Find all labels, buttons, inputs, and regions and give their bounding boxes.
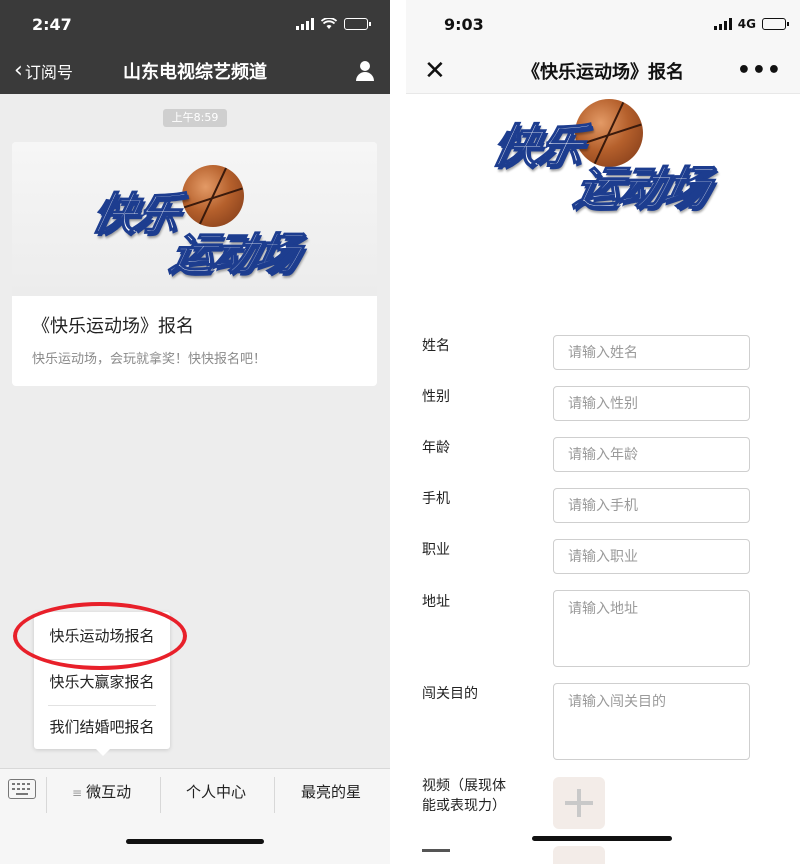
menu-divider (160, 777, 161, 813)
field-label-video-line1: 视频（展现体 (422, 778, 506, 794)
status-time: 2:47 (32, 14, 72, 34)
wifi-icon (321, 18, 337, 29)
wechat-chat-screen: 2:47 ‹ 订阅号 山东电视综艺频道 上午8:59 快乐 运动场 《快乐运动场… (0, 0, 390, 864)
home-indicator (126, 839, 264, 844)
menu-tab-label: 微互动 (86, 783, 132, 801)
video-upload-add-icon[interactable] (553, 777, 605, 829)
signal-icon (713, 18, 732, 30)
profile-icon[interactable] (354, 60, 376, 82)
back-button[interactable]: ‹ 订阅号 (14, 59, 73, 83)
more-icon[interactable]: ••• (737, 59, 782, 82)
menu-tab-personal-center[interactable]: 个人中心 (186, 781, 246, 802)
next-upload-partial[interactable] (553, 846, 605, 864)
logo-line-1: 快乐 (87, 188, 183, 241)
article-card[interactable]: 快乐 运动场 《快乐运动场》报名 快乐运动场，会玩就拿奖！快快报名吧！ (12, 142, 377, 386)
field-label-age: 年龄 (422, 440, 450, 456)
nav-bar: ✕ 《快乐运动场》报名 ••• (406, 48, 800, 94)
article-title: 《快乐运动场》报名 (32, 316, 194, 337)
menu-item-happy-playground-signup[interactable]: 快乐运动场报名 (34, 614, 170, 659)
submenu-popup: 快乐运动场报名 快乐大赢家报名 我们结婚吧报名 (34, 612, 170, 756)
menu-tab-brightest-star[interactable]: 最亮的星 (301, 781, 361, 802)
next-field-label-partial (422, 846, 462, 864)
name-input[interactable] (553, 335, 750, 370)
network-type: 4G (737, 17, 756, 31)
show-logo: 快乐 运动场 (487, 96, 740, 216)
logo-line-2: 运动场 (165, 228, 303, 281)
status-bar: 2:47 (0, 0, 390, 48)
field-label-video: 视频（展现体 能或表现力） (422, 776, 506, 816)
field-label-phone: 手机 (422, 491, 450, 507)
logo-line-1: 快乐 (487, 118, 588, 174)
show-logo: 快乐 运动场 (87, 160, 320, 281)
nav-bar: ‹ 订阅号 山东电视综艺频道 (0, 48, 390, 94)
field-label-gender: 性别 (422, 389, 450, 405)
menu-divider (274, 777, 275, 813)
job-input[interactable] (553, 539, 750, 574)
logo-line-2: 运动场 (569, 160, 714, 216)
field-label-purpose: 闯关目的 (422, 686, 478, 702)
status-bar: 9:03 4G (406, 0, 800, 48)
home-indicator (532, 836, 672, 841)
article-banner: 快乐 运动场 (12, 142, 377, 296)
menu-divider (46, 777, 47, 813)
battery-icon (344, 18, 371, 30)
signup-form-screen: 9:03 4G ✕ 《快乐运动场》报名 ••• 快乐 运动场 姓名 性别 年龄 … (406, 0, 800, 864)
status-icons: 4G (713, 17, 789, 31)
article-description: 快乐运动场，会玩就拿奖！快快报名吧！ (32, 352, 267, 367)
page-title: 《快乐运动场》报名 (522, 61, 684, 83)
status-time: 9:03 (444, 14, 484, 34)
menu-lines-icon: ≡ (72, 786, 83, 800)
menu-item-lets-get-married-signup[interactable]: 我们结婚吧报名 (34, 705, 170, 750)
field-label-video-line2: 能或表现力） (422, 798, 506, 814)
purpose-input[interactable] (553, 683, 750, 760)
page-title: 山东电视综艺频道 (123, 62, 267, 83)
phone-input[interactable] (553, 488, 750, 523)
menu-item-happy-winner-signup[interactable]: 快乐大赢家报名 (34, 660, 170, 705)
signal-icon (296, 18, 314, 30)
back-label: 订阅号 (24, 63, 73, 82)
battery-icon (762, 18, 789, 30)
field-label-address: 地址 (422, 594, 450, 610)
status-icons (296, 18, 371, 30)
address-input[interactable] (553, 590, 750, 667)
message-timestamp: 上午8:59 (163, 109, 227, 127)
menu-tab-interaction[interactable]: ≡ 微互动 (72, 781, 131, 802)
field-label-name: 姓名 (422, 338, 450, 354)
keyboard-icon[interactable] (8, 779, 36, 799)
field-label-job: 职业 (422, 542, 450, 558)
back-chevron-icon: ‹ (14, 58, 23, 83)
gender-input[interactable] (553, 386, 750, 421)
close-icon[interactable]: ✕ (424, 58, 446, 84)
custom-menu-bar: ≡ 微互动 个人中心 最亮的星 (0, 768, 390, 864)
age-input[interactable] (553, 437, 750, 472)
